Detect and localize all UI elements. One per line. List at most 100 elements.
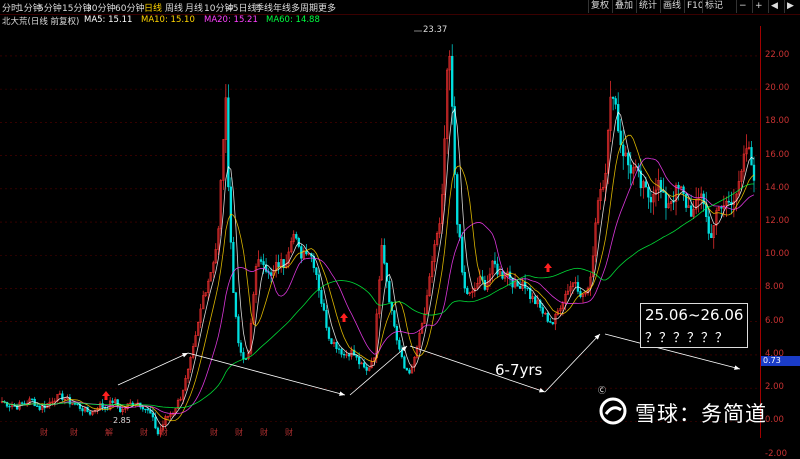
candle-body	[227, 97, 230, 188]
candle-body	[340, 349, 343, 355]
y-tick-1: 20.00	[765, 83, 790, 94]
candle-body	[365, 366, 368, 371]
event-marker-1[interactable]: 财	[70, 427, 78, 438]
ma10-label: MA10: 15.10	[141, 15, 195, 25]
event-marker-6[interactable]: 财	[235, 427, 243, 438]
candle-body	[327, 327, 331, 339]
ma20-label: MA20: 15.21	[204, 15, 258, 25]
y-tick-2: 18.00	[765, 116, 790, 127]
cycle-label: 6-7yrs	[495, 361, 543, 379]
candle-body	[453, 106, 456, 175]
tab-5[interactable]: 60分钟	[115, 1, 144, 14]
y-tick-0: 22.00	[765, 49, 790, 60]
candle-body	[750, 147, 753, 166]
event-marker-3[interactable]: 财	[140, 427, 148, 438]
event-marker-7[interactable]: 财	[260, 427, 268, 438]
tab-13[interactable]: 多周期	[291, 1, 318, 14]
candle-body	[320, 290, 323, 304]
candle-body	[496, 263, 499, 275]
candle-body	[31, 398, 34, 400]
candle-body	[20, 402, 24, 404]
y-tick-5: 12.00	[765, 216, 790, 227]
toolbar-button-3[interactable]: 画线	[660, 0, 683, 13]
candle-body	[644, 181, 648, 188]
tab-14[interactable]: 更多	[318, 1, 336, 14]
candle-body	[393, 310, 396, 327]
tab-7[interactable]: 周线	[165, 1, 183, 14]
tab-11[interactable]: 季线	[255, 1, 273, 14]
candle-body	[76, 403, 79, 405]
tab-8[interactable]: 月线	[185, 1, 203, 14]
candle-body	[342, 353, 346, 356]
y-tick-3: 16.00	[765, 149, 790, 160]
candle-body	[315, 267, 318, 275]
ma5-label: MA5: 15.11	[84, 15, 133, 25]
toolbar-button-5[interactable]: 标记	[702, 0, 725, 13]
candle-body	[383, 245, 386, 264]
trend-arrowhead-5	[734, 365, 740, 370]
event-marker-2[interactable]: 解	[105, 427, 113, 438]
plus-icon[interactable]: +	[752, 0, 765, 13]
toolbar: 分时 1分钟 5分钟 15分钟 30分钟 60分钟 日线 周线 月线 10分钟 45日线 季线 年线 多周…	[0, 0, 800, 15]
candle-body	[277, 262, 280, 268]
arrow-left-icon[interactable]: ◀	[768, 0, 780, 13]
candle-body	[322, 303, 326, 311]
candle-body	[619, 130, 622, 146]
minus-icon[interactable]: −	[736, 0, 749, 13]
toolbar-button-2[interactable]: 统计	[636, 0, 659, 13]
tab-2[interactable]: 5分钟	[38, 1, 62, 14]
candle-body	[144, 408, 147, 411]
candle-body	[546, 312, 549, 322]
candle-body	[466, 287, 469, 294]
candle-body	[677, 184, 680, 189]
toolbar-button-1[interactable]: 叠加	[612, 0, 635, 13]
min-price-label: 2.85	[113, 416, 131, 425]
y-tick-11: 0.00	[765, 415, 784, 426]
arrow-right-icon[interactable]: ▶	[784, 0, 796, 13]
candle-body	[458, 224, 461, 238]
y-tick-12: -2.00	[765, 448, 787, 459]
trend-arrow-4	[544, 333, 601, 393]
tab-6[interactable]: 日线	[144, 1, 162, 14]
up-arrow-marker-2	[102, 391, 110, 400]
y-tick-6: 10.00	[765, 249, 790, 260]
candle-body	[710, 233, 713, 238]
y-tick-4: 14.00	[765, 182, 790, 193]
candle-body	[689, 205, 693, 217]
candle-body	[408, 369, 411, 374]
candles	[0, 44, 756, 438]
candle-body	[151, 412, 155, 418]
tab-12[interactable]: 年线	[273, 1, 291, 14]
y-tick-10: 2.00	[765, 382, 784, 393]
event-marker-4[interactable]: 财	[160, 427, 168, 438]
candle-body	[493, 260, 497, 265]
candle-body	[612, 96, 615, 99]
candlestick-chart[interactable]	[0, 26, 760, 438]
tab-4[interactable]: 30分钟	[86, 1, 115, 14]
candle-body	[398, 339, 401, 350]
prediction-range: 25.06~26.06	[645, 306, 744, 324]
candle-body	[295, 234, 298, 239]
ma20-line	[1, 157, 755, 414]
ma60-line	[1, 183, 755, 409]
event-marker-8[interactable]: 财	[285, 427, 293, 438]
candle-body	[88, 411, 92, 415]
price-axis: 22.00 20.00 18.00 16.00 14.00 12.00 10.00 8.00 6…	[760, 26, 800, 459]
candle-body	[629, 164, 632, 174]
candle-body	[707, 216, 710, 234]
candle-body	[614, 98, 617, 105]
toolbar-button-0[interactable]: 复权	[588, 0, 611, 13]
trend-arrow-0	[117, 352, 189, 386]
event-marker-5[interactable]: 财	[210, 427, 218, 438]
candle-body	[551, 322, 554, 325]
candle-body	[617, 104, 620, 132]
candle-body	[357, 357, 361, 365]
candle-body	[347, 354, 351, 357]
candle-body	[727, 200, 730, 203]
event-marker-0[interactable]: 财	[40, 427, 48, 438]
candle-body	[242, 352, 245, 360]
tab-10[interactable]: 45日线	[227, 1, 256, 14]
candle-body	[234, 292, 238, 317]
candle-body	[237, 316, 240, 344]
trend-arrowhead-3	[539, 388, 545, 393]
